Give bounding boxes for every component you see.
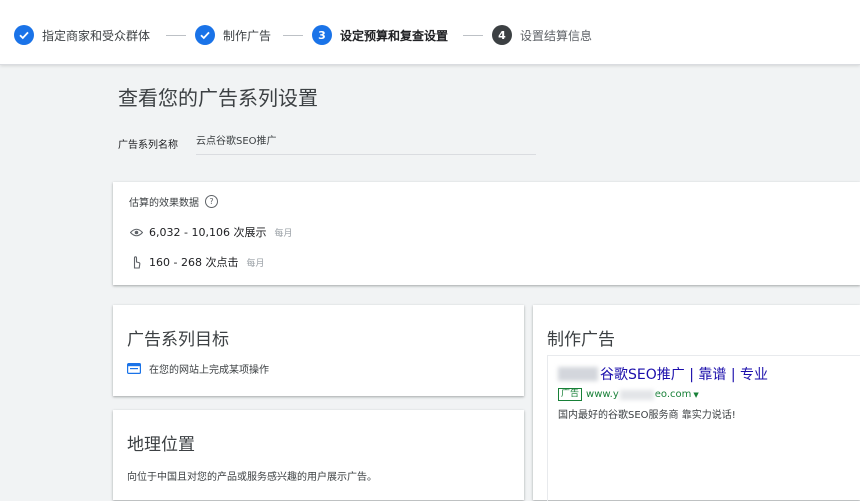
ad-card[interactable]: 制作广告 谷歌SEO推广 | 靠谱 | 专业 广告 www.y eo.com ▼… xyxy=(533,305,860,501)
step-3-label: 设定预算和复查设置 xyxy=(340,28,449,43)
ad-url-suffix: eo.com xyxy=(654,389,692,400)
goal-item: 在您的网站上完成某项操作 xyxy=(127,359,269,378)
campaign-goal-card[interactable]: 广告系列目标 在您的网站上完成某项操作 xyxy=(113,305,524,396)
campaign-name-row: 广告系列名称 云点谷歌SEO推广 xyxy=(118,132,536,155)
step-connector xyxy=(283,35,303,36)
help-icon[interactable]: ? xyxy=(205,195,218,208)
location-description: 向位于中国且对您的产品或服务感兴趣的用户展示广告。 xyxy=(127,472,377,483)
clicks-value: 160 - 268 次点击 xyxy=(149,256,239,269)
goal-title: 广告系列目标 xyxy=(127,330,229,350)
eye-icon xyxy=(129,225,143,239)
step-connector xyxy=(166,35,186,36)
step-1-label: 指定商家和受众群体 xyxy=(42,28,151,43)
redacted-text xyxy=(619,389,654,400)
step-3-number: 3 xyxy=(312,25,332,45)
estimate-header: 估算的效果数据 ? xyxy=(129,194,218,209)
step-4-number: 4 xyxy=(492,25,512,45)
ad-preview: 谷歌SEO推广 | 靠谱 | 专业 广告 www.y eo.com ▼ 国内最好… xyxy=(547,355,860,501)
clicks-period: 每月 xyxy=(246,258,265,269)
location-title: 地理位置 xyxy=(127,435,195,455)
impressions-value: 6,032 - 10,106 次展示 xyxy=(149,226,267,239)
ad-url-row: 广告 www.y eo.com ▼ xyxy=(558,388,699,401)
touch-icon xyxy=(129,255,143,269)
step-2[interactable]: 制作广告 xyxy=(195,25,271,45)
step-connector xyxy=(463,35,483,36)
step-4-label: 设置结算信息 xyxy=(520,28,593,43)
ad-url-prefix: www.y xyxy=(586,389,619,400)
clicks-metric: 160 - 268 次点击 每月 xyxy=(129,254,264,270)
ad-badge: 广告 xyxy=(558,388,583,401)
goal-item-text: 在您的网站上完成某项操作 xyxy=(149,365,269,376)
ad-card-title: 制作广告 xyxy=(547,330,615,350)
web-page-icon xyxy=(127,359,142,378)
progress-stepper: 指定商家和受众群体 制作广告 3 设定预算和复查设置 4 设置结算信息 xyxy=(0,0,860,65)
step-1[interactable]: 指定商家和受众群体 xyxy=(14,25,150,45)
location-card[interactable]: 地理位置 向位于中国且对您的产品或服务感兴趣的用户展示广告。 xyxy=(113,410,524,500)
ad-display-url: www.y eo.com ▼ xyxy=(586,389,699,400)
ad-headline[interactable]: 谷歌SEO推广 | 靠谱 | 专业 xyxy=(558,364,768,384)
dropdown-arrow-icon: ▼ xyxy=(693,390,699,399)
check-icon xyxy=(195,25,215,45)
step-3[interactable]: 3 设定预算和复查设置 xyxy=(312,25,448,45)
step-2-label: 制作广告 xyxy=(223,28,272,43)
estimate-card: 估算的效果数据 ? 6,032 - 10,106 次展示 每月 160 - 26… xyxy=(113,182,860,285)
campaign-name-label: 广告系列名称 xyxy=(118,140,178,151)
ad-headline-text: 谷歌SEO推广 | 靠谱 | 专业 xyxy=(600,367,768,383)
impressions-metric: 6,032 - 10,106 次展示 每月 xyxy=(129,224,292,240)
impressions-period: 每月 xyxy=(274,228,293,239)
campaign-name-input[interactable]: 云点谷歌SEO推广 xyxy=(196,132,536,155)
step-4[interactable]: 4 设置结算信息 xyxy=(492,25,592,45)
ad-description: 国内最好的谷歌SEO服务商 靠实力说话! xyxy=(558,410,736,421)
check-icon xyxy=(14,25,34,45)
estimate-title: 估算的效果数据 xyxy=(129,198,199,209)
redacted-text xyxy=(558,367,598,381)
page-title: 查看您的广告系列设置 xyxy=(118,86,318,110)
